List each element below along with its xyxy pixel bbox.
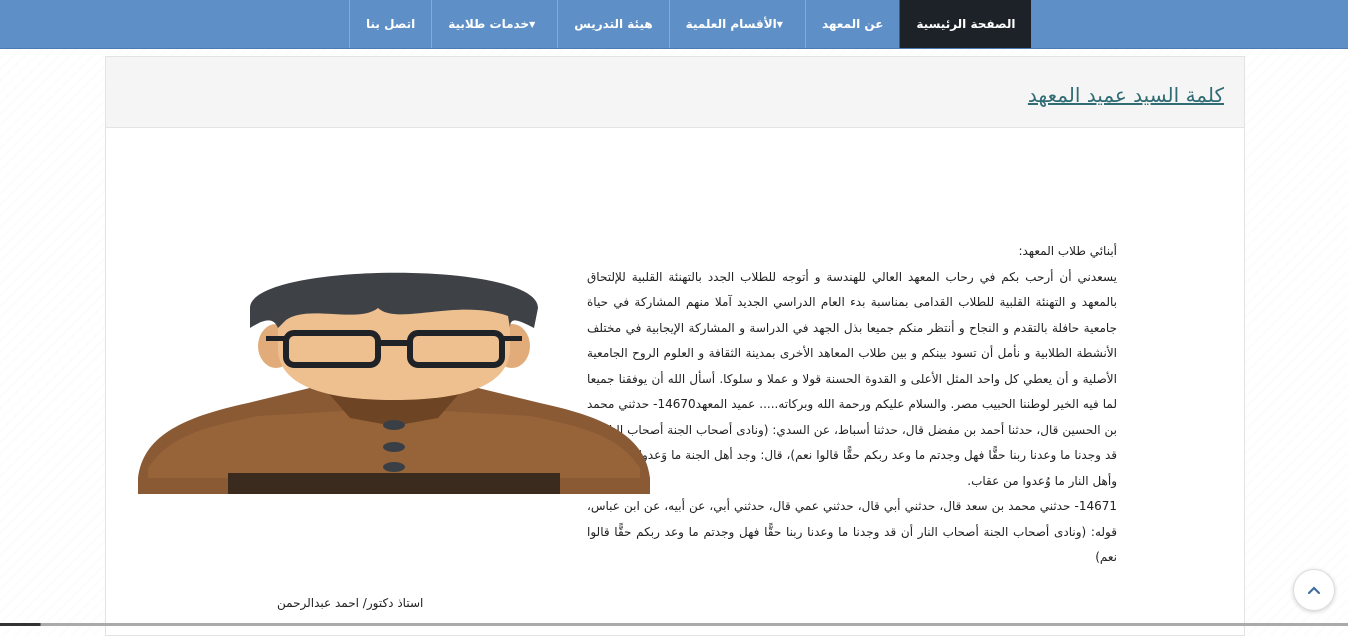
chevron-down-icon: ▼	[529, 19, 536, 29]
nav-menu: الصفحة الرئيسية عن المعهد الأقسام العلمية ▼…	[349, 0, 1032, 48]
scroll-to-top-button[interactable]	[1293, 569, 1335, 611]
person-avatar-icon	[138, 272, 650, 494]
article-greeting: أبنائي طلاب المعهد:	[1018, 244, 1117, 258]
nav-item-4[interactable]: خدمات طلابية ▼	[431, 0, 557, 48]
nav-item-0[interactable]: الصفحة الرئيسية	[899, 0, 1032, 48]
nav-item-label: الأقسام العلمية	[685, 17, 777, 31]
chevron-down-icon: ▼	[776, 19, 783, 29]
article-paragraph: يسعدني أن أرحب بكم في رحاب المعهد العالي…	[587, 269, 1117, 488]
nav-item-label: اتصل بنا	[366, 17, 416, 31]
chevron-up-icon	[1307, 586, 1321, 595]
nav-item-2[interactable]: الأقسام العلمية ▼	[668, 0, 805, 48]
nav-item-label: عن المعهد	[821, 17, 884, 31]
article-header: كلمة السيد عميد المعهد	[106, 57, 1244, 128]
article-title[interactable]: كلمة السيد عميد المعهد	[1028, 83, 1224, 107]
profile-caption: استاذ دكتور/ احمد عبدالرحمن	[277, 596, 424, 610]
top-navbar: الصفحة الرئيسية عن المعهد الأقسام العلمية ▼…	[0, 0, 1348, 49]
nav-item-1[interactable]: عن المعهد	[804, 0, 899, 48]
article-paragraph: 14671- حدثني محمد بن سعد قال، حدثني أبي …	[587, 499, 1117, 564]
article-body: أبنائي طلاب المعهد: يسعدني أن أرحب بكم ف…	[587, 239, 1117, 571]
nav-item-label: هيئة التدريس	[574, 17, 653, 31]
nav-item-3[interactable]: هيئة التدريس	[557, 0, 668, 48]
nav-item-5[interactable]: اتصل بنا	[349, 0, 431, 48]
nav-item-label: خدمات طلابية	[448, 17, 530, 31]
nav-item-label: الصفحة الرئيسية	[916, 17, 1016, 31]
